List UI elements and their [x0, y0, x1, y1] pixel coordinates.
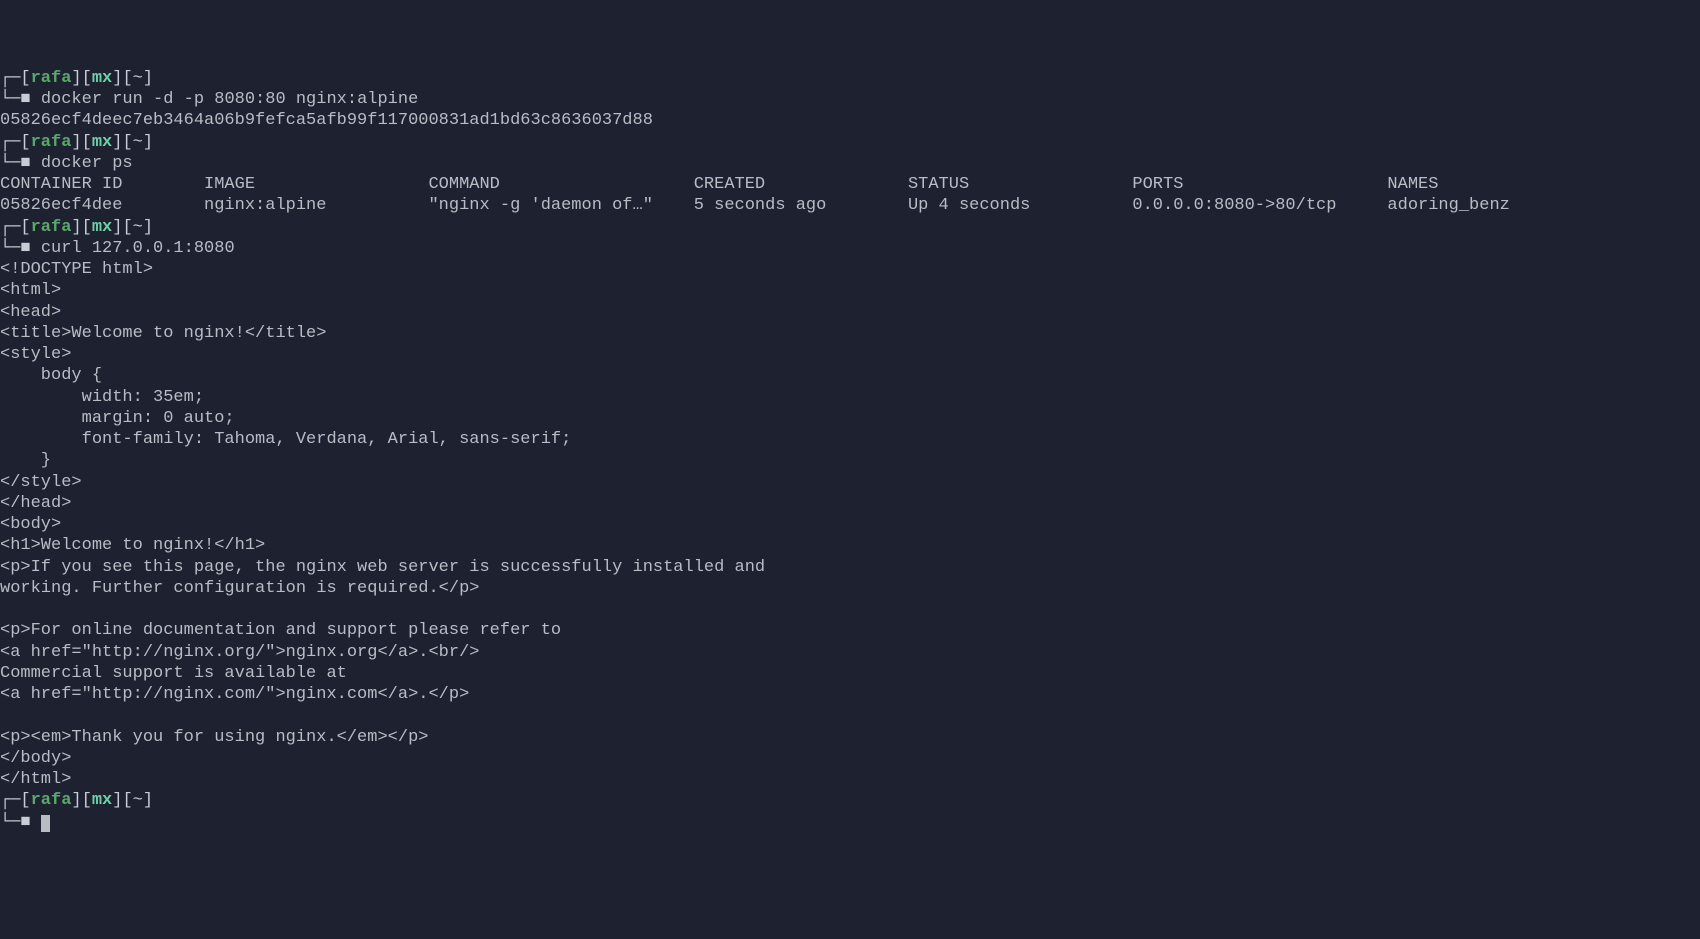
- curl-output-line: <head>: [0, 302, 1700, 323]
- docker-ps-header: CONTAINER ID IMAGE COMMAND CREATED STATU…: [0, 174, 1700, 195]
- prompt-line-1-top: ┌─[rafa][mx][~]: [0, 68, 1700, 89]
- prompt-line-2-bottom: └─■ docker ps: [0, 153, 1700, 174]
- curl-output-line: <html>: [0, 280, 1700, 301]
- cursor-icon: [41, 815, 50, 832]
- curl-output-line: </html>: [0, 769, 1700, 790]
- curl-output-line: <p>If you see this page, the nginx web s…: [0, 557, 1700, 578]
- curl-output-line: <title>Welcome to nginx!</title>: [0, 323, 1700, 344]
- curl-output-line: working. Further configuration is requir…: [0, 578, 1700, 599]
- curl-output-line: font-family: Tahoma, Verdana, Arial, san…: [0, 429, 1700, 450]
- prompt-line-3-bottom: └─■ curl 127.0.0.1:8080: [0, 238, 1700, 259]
- curl-output-line: margin: 0 auto;: [0, 408, 1700, 429]
- command-docker-run: docker run -d -p 8080:80 nginx:alpine: [41, 90, 418, 109]
- command-curl: curl 127.0.0.1:8080: [41, 239, 235, 258]
- curl-output-line: <p>For online documentation and support …: [0, 620, 1700, 641]
- docker-ps-row: 05826ecf4dee nginx:alpine "nginx -g 'dae…: [0, 195, 1700, 216]
- prompt-line-4-top: ┌─[rafa][mx][~]: [0, 790, 1700, 811]
- curl-output-line: </body>: [0, 748, 1700, 769]
- prompt-line-2-top: ┌─[rafa][mx][~]: [0, 132, 1700, 153]
- curl-output-line: <a href="http://nginx.org/">nginx.org</a…: [0, 642, 1700, 663]
- curl-output-line: <p><em>Thank you for using nginx.</em></…: [0, 727, 1700, 748]
- prompt-line-3-top: ┌─[rafa][mx][~]: [0, 217, 1700, 238]
- curl-output-line: Commercial support is available at: [0, 663, 1700, 684]
- curl-output-line: body {: [0, 365, 1700, 386]
- command-docker-ps: docker ps: [41, 154, 133, 173]
- prompt-line-1-bottom: └─■ docker run -d -p 8080:80 nginx:alpin…: [0, 89, 1700, 110]
- curl-output-line: </style>: [0, 472, 1700, 493]
- curl-output-line: [0, 599, 1700, 620]
- curl-output-line: </head>: [0, 493, 1700, 514]
- curl-output-line: }: [0, 450, 1700, 471]
- output-container-id: 05826ecf4deec7eb3464a06b9fefca5afb99f117…: [0, 110, 1700, 131]
- curl-output: <!DOCTYPE html><html><head><title>Welcom…: [0, 259, 1700, 790]
- terminal-window[interactable]: ┌─[rafa][mx][~]└─■ docker run -d -p 8080…: [0, 68, 1700, 833]
- curl-output-line: [0, 705, 1700, 726]
- curl-output-line: <!DOCTYPE html>: [0, 259, 1700, 280]
- curl-output-line: <style>: [0, 344, 1700, 365]
- prompt-line-4-bottom[interactable]: └─■: [0, 812, 1700, 833]
- curl-output-line: <a href="http://nginx.com/">nginx.com</a…: [0, 684, 1700, 705]
- curl-output-line: <h1>Welcome to nginx!</h1>: [0, 535, 1700, 556]
- curl-output-line: width: 35em;: [0, 387, 1700, 408]
- curl-output-line: <body>: [0, 514, 1700, 535]
